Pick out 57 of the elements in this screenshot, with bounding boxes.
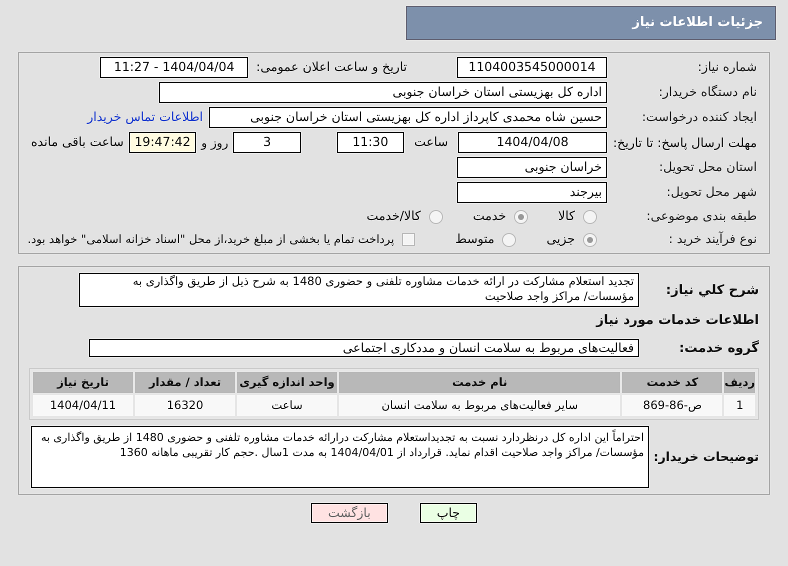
text-field[interactable]: حسین شاه محمدی کاپرداز اداره کل بهزیستی استان خراسان جنوبی bbox=[209, 107, 607, 128]
page-title: جزئیات اطلاعات نیاز bbox=[632, 14, 763, 32]
column-header: ردیف bbox=[724, 372, 755, 393]
checkbox[interactable] bbox=[402, 233, 416, 246]
radio-label: کالا bbox=[558, 207, 575, 226]
text-field[interactable]: اداره کل بهزیستی استان خراسان جنوبی bbox=[159, 82, 607, 103]
text-field[interactable]: 1404/04/04 - 11:27 bbox=[100, 57, 248, 78]
column-header: نام خدمت bbox=[339, 372, 620, 393]
radio-button[interactable] bbox=[583, 210, 597, 224]
field-label: نام دستگاه خریدار: bbox=[658, 83, 757, 102]
field-label: شماره نیاز: bbox=[696, 58, 757, 76]
table-cell: ص-86-869 bbox=[622, 395, 722, 416]
radio-label: کالا/خدمت bbox=[366, 207, 421, 226]
checkbox-label: پرداخت تمام یا بخشی از مبلغ خرید،از محل "اسناد خزانه اسلامی" خواهد بود. bbox=[27, 230, 394, 248]
field-label: ساعت bbox=[414, 133, 448, 152]
back-button[interactable]: بازگشت bbox=[311, 503, 388, 523]
radio-label: جزیی bbox=[546, 230, 575, 248]
radio-label: خدمت bbox=[472, 207, 506, 226]
field-label: تاریخ و ساعت اعلان عمومی: bbox=[256, 58, 407, 76]
table-cell: 1404/04/11 bbox=[33, 395, 133, 416]
table-cell: 16320 bbox=[135, 395, 235, 416]
section-title: اطلاعات خدمات مورد نیاز bbox=[594, 312, 759, 330]
text-field[interactable]: فعالیت‌های مربوط به سلامت انسان و مددکاری اجتماعی bbox=[89, 339, 639, 358]
text-field[interactable]: خراسان جنوبی bbox=[457, 157, 607, 178]
description-textarea[interactable]: تجدید استعلام مشارکت در ارائه خدمات مشاوره تلفنی و حضوری 1480 به شرح ذیل از طریق واگذاری به مؤسسات/ مراکز واجد صلاحیت bbox=[79, 273, 639, 307]
table-cell: سایر فعالیت‌های مربوط به سلامت انسان bbox=[339, 395, 620, 416]
text-field[interactable]: 1404/04/08 bbox=[458, 132, 607, 153]
field-label: گروه خدمت: bbox=[678, 339, 759, 358]
column-header: واحد اندازه گیری bbox=[237, 372, 337, 393]
field-label: مهلت ارسال پاسخ: تا تاریخ: bbox=[612, 136, 757, 150]
field-label: ایجاد کننده درخواست: bbox=[640, 108, 757, 126]
radio-button[interactable] bbox=[502, 232, 516, 246]
field-label: شهر محل تحویل: bbox=[666, 183, 757, 202]
text-field[interactable]: 19:47:42 bbox=[128, 132, 196, 153]
table-cell: 1 bbox=[724, 395, 755, 416]
field-label: ساعت باقی مانده bbox=[30, 133, 124, 152]
field-label: نوع فرآیند خرید : bbox=[668, 230, 757, 248]
field-label: شرح کلي نياز: bbox=[664, 282, 759, 300]
text-field[interactable]: 3 bbox=[233, 132, 301, 153]
print-button[interactable]: چاپ bbox=[420, 503, 478, 523]
text-field[interactable]: بیرجند bbox=[457, 182, 607, 203]
radio-button[interactable] bbox=[583, 232, 597, 246]
column-header: تاریخ نیاز bbox=[33, 372, 133, 393]
column-header: کد خدمت bbox=[622, 372, 722, 393]
field-label: استان محل تحویل: bbox=[658, 158, 757, 176]
column-header: تعداد / مقدار bbox=[135, 372, 235, 393]
text-field[interactable]: 1104003545000014 bbox=[457, 57, 607, 78]
buyer-contact-link[interactable]: اطلاعات تماس خریدار bbox=[87, 108, 203, 127]
field-label: توضیحات خریدار: bbox=[652, 448, 759, 466]
notes-textarea[interactable]: احتراماً این اداره کل درنظردارد نسبت به تجدیداستعلام مشارکت درارائه خدمات مشاوره تلفنی و حضوری 1480 از طریق واگذاری به مؤسسات/ مراکز واجد صلاحیت اقدام نماید. قرارداد از 1404/04/01 به مدت 1سال .حجم کار تقریبی ماهانه 1360 bbox=[31, 426, 649, 488]
radio-label: متوسط bbox=[455, 230, 494, 248]
radio-button[interactable] bbox=[514, 210, 528, 224]
text-field[interactable]: 11:30 bbox=[336, 132, 404, 153]
field-label: روز و bbox=[201, 134, 228, 152]
field-label: طبقه بندی موضوعی: bbox=[645, 207, 757, 226]
radio-button[interactable] bbox=[428, 210, 443, 224]
table-cell: ساعت bbox=[237, 395, 337, 416]
